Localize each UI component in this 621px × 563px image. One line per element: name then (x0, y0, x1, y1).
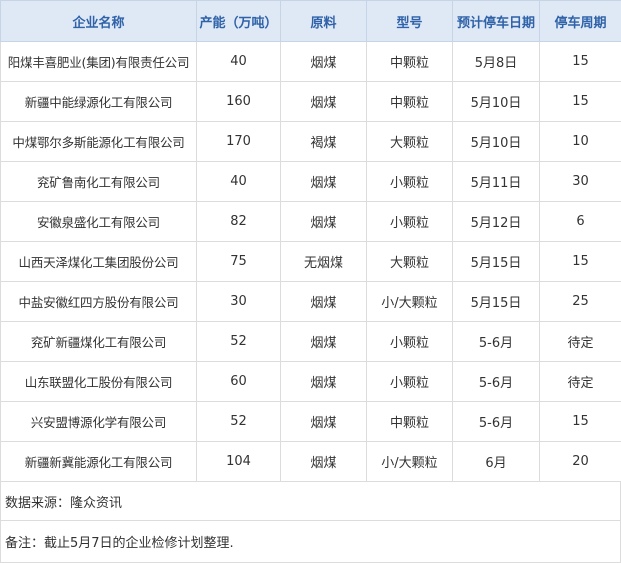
cell-stop-period: 15 (540, 402, 621, 442)
table-row: 山西天泽煤化工集团股份公司 75 无烟煤 大颗粒 5月15日 15 (1, 242, 621, 282)
cell-stop-date: 5月15日 (453, 282, 540, 322)
cell-company-name: 山西天泽煤化工集团股份公司 (1, 242, 197, 282)
cell-company-name: 兖矿鲁南化工有限公司 (1, 162, 197, 202)
table-row: 兴安盟博源化学有限公司 52 烟煤 中颗粒 5-6月 15 (1, 402, 621, 442)
cell-granule-type: 小颗粒 (367, 202, 453, 242)
cell-feedstock: 烟煤 (281, 402, 367, 442)
cell-stop-period: 15 (540, 242, 621, 282)
cell-feedstock: 烟煤 (281, 202, 367, 242)
cell-feedstock: 烟煤 (281, 322, 367, 362)
cell-capacity: 75 (197, 242, 281, 282)
cell-feedstock: 烟煤 (281, 82, 367, 122)
cell-stop-period: 20 (540, 442, 621, 482)
table-row: 中煤鄂尔多斯能源化工有限公司 170 褐煤 大颗粒 5月10日 10 (1, 122, 621, 162)
cell-granule-type: 小/大颗粒 (367, 442, 453, 482)
cell-granule-type: 中颗粒 (367, 42, 453, 82)
cell-capacity: 82 (197, 202, 281, 242)
table-row: 安徽泉盛化工有限公司 82 烟煤 小颗粒 5月12日 6 (1, 202, 621, 242)
cell-capacity: 52 (197, 402, 281, 442)
cell-granule-type: 中颗粒 (367, 402, 453, 442)
cell-company-name: 兴安盟博源化学有限公司 (1, 402, 197, 442)
cell-capacity: 60 (197, 362, 281, 402)
cell-stop-period: 6 (540, 202, 621, 242)
table-row: 新疆中能绿源化工有限公司 160 烟煤 中颗粒 5月10日 15 (1, 82, 621, 122)
cell-feedstock: 烟煤 (281, 162, 367, 202)
cell-capacity: 104 (197, 442, 281, 482)
cell-company-name: 中煤鄂尔多斯能源化工有限公司 (1, 122, 197, 162)
cell-stop-date: 5月15日 (453, 242, 540, 282)
cell-stop-period: 待定 (540, 362, 621, 402)
cell-feedstock: 烟煤 (281, 362, 367, 402)
table-header-row: 企业名称 产能（万吨） 原料 型号 预计停车日期 停车周期 (1, 1, 621, 42)
table-row: 兖矿新疆煤化工有限公司 52 烟煤 小颗粒 5-6月 待定 (1, 322, 621, 362)
header-stop-period: 停车周期 (540, 1, 621, 42)
cell-company-name: 安徽泉盛化工有限公司 (1, 202, 197, 242)
cell-stop-date: 5-6月 (453, 402, 540, 442)
header-granule-type: 型号 (367, 1, 453, 42)
cell-capacity: 30 (197, 282, 281, 322)
table-row: 兖矿鲁南化工有限公司 40 烟煤 小颗粒 5月11日 30 (1, 162, 621, 202)
cell-granule-type: 小颗粒 (367, 162, 453, 202)
cell-stop-period: 30 (540, 162, 621, 202)
cell-stop-date: 5-6月 (453, 322, 540, 362)
maintenance-schedule-table: 企业名称 产能（万吨） 原料 型号 预计停车日期 停车周期 阳煤丰喜肥业(集团)… (0, 0, 621, 482)
cell-stop-period: 15 (540, 82, 621, 122)
cell-stop-date: 5月11日 (453, 162, 540, 202)
table-row: 中盐安徽红四方股份有限公司 30 烟煤 小/大颗粒 5月15日 25 (1, 282, 621, 322)
cell-stop-period: 待定 (540, 322, 621, 362)
cell-feedstock: 烟煤 (281, 42, 367, 82)
cell-company-name: 新疆中能绿源化工有限公司 (1, 82, 197, 122)
cell-stop-period: 25 (540, 282, 621, 322)
cell-capacity: 40 (197, 162, 281, 202)
cell-granule-type: 小/大颗粒 (367, 282, 453, 322)
cell-feedstock: 无烟煤 (281, 242, 367, 282)
cell-capacity: 160 (197, 82, 281, 122)
maintenance-table-document: 企业名称 产能（万吨） 原料 型号 预计停车日期 停车周期 阳煤丰喜肥业(集团)… (0, 0, 621, 561)
cell-stop-date: 5-6月 (453, 362, 540, 402)
header-company-name: 企业名称 (1, 1, 197, 42)
cell-feedstock: 烟煤 (281, 442, 367, 482)
cell-feedstock: 褐煤 (281, 122, 367, 162)
cell-stop-date: 5月10日 (453, 82, 540, 122)
remark-note: 备注：截止5月7日的企业检修计划整理. (0, 521, 621, 563)
cell-company-name: 中盐安徽红四方股份有限公司 (1, 282, 197, 322)
cell-granule-type: 小颗粒 (367, 322, 453, 362)
cell-stop-period: 15 (540, 42, 621, 82)
data-source-note: 数据来源：隆众资讯 (0, 482, 621, 521)
cell-granule-type: 小颗粒 (367, 362, 453, 402)
table-row: 新疆新冀能源化工有限公司 104 烟煤 小/大颗粒 6月 20 (1, 442, 621, 482)
cell-capacity: 170 (197, 122, 281, 162)
cell-company-name: 阳煤丰喜肥业(集团)有限责任公司 (1, 42, 197, 82)
cell-company-name: 兖矿新疆煤化工有限公司 (1, 322, 197, 362)
cell-capacity: 40 (197, 42, 281, 82)
cell-company-name: 新疆新冀能源化工有限公司 (1, 442, 197, 482)
cell-stop-date: 5月12日 (453, 202, 540, 242)
cell-stop-date: 5月10日 (453, 122, 540, 162)
cell-stop-period: 10 (540, 122, 621, 162)
cell-stop-date: 5月8日 (453, 42, 540, 82)
cell-stop-date: 6月 (453, 442, 540, 482)
cell-granule-type: 中颗粒 (367, 82, 453, 122)
header-feedstock: 原料 (281, 1, 367, 42)
cell-company-name: 山东联盟化工股份有限公司 (1, 362, 197, 402)
cell-capacity: 52 (197, 322, 281, 362)
cell-feedstock: 烟煤 (281, 282, 367, 322)
header-planned-stop-date: 预计停车日期 (453, 1, 540, 42)
table-row: 阳煤丰喜肥业(集团)有限责任公司 40 烟煤 中颗粒 5月8日 15 (1, 42, 621, 82)
cell-granule-type: 大颗粒 (367, 122, 453, 162)
table-row: 山东联盟化工股份有限公司 60 烟煤 小颗粒 5-6月 待定 (1, 362, 621, 402)
header-capacity: 产能（万吨） (197, 1, 281, 42)
cell-granule-type: 大颗粒 (367, 242, 453, 282)
